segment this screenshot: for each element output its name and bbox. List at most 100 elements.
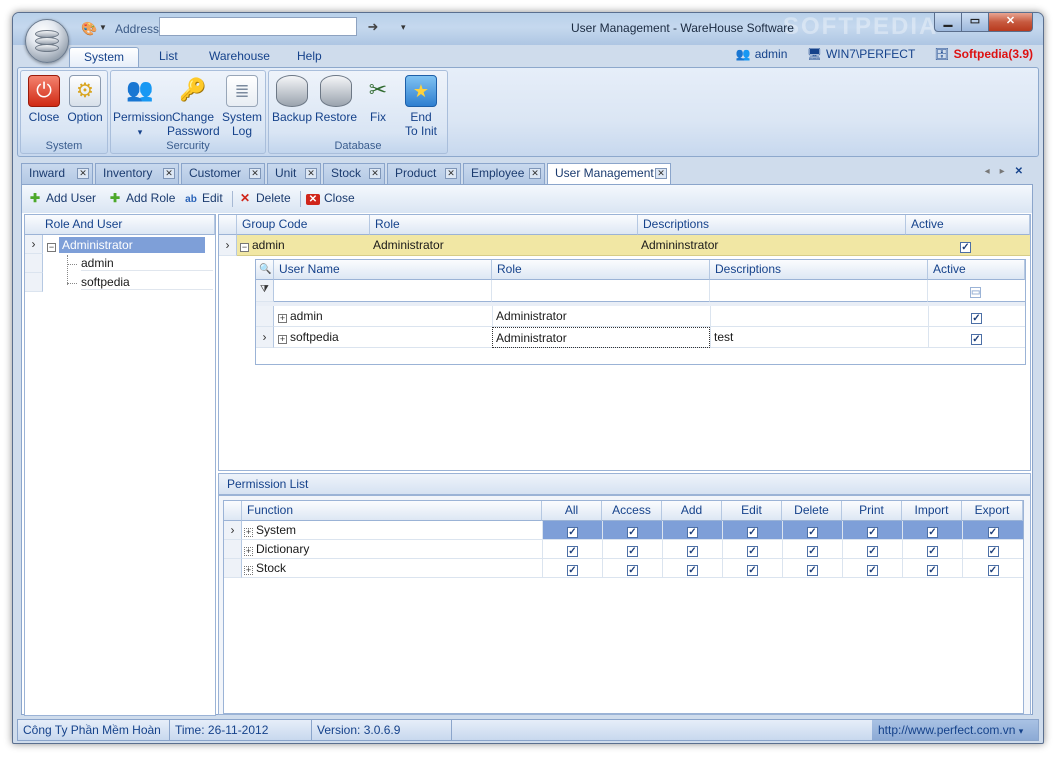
app-menu-button[interactable] [25, 19, 69, 63]
tab-unit[interactable]: Unit ✕ [267, 163, 321, 184]
perm-col-import[interactable]: Import [902, 501, 962, 521]
option-button[interactable]: ⚙ Option [65, 73, 105, 124]
col-user-name[interactable]: User Name [274, 260, 492, 280]
perm-col-all[interactable]: All [542, 501, 602, 521]
delete-button[interactable]: ✕ Delete [238, 191, 291, 205]
customize-qat-icon[interactable]: ▾ [401, 22, 406, 33]
user-row-admin[interactable]: + admin Administrator ✓ [274, 306, 1025, 327]
permission-checkbox[interactable]: ✓ [627, 565, 638, 576]
tab-system[interactable]: System [69, 47, 140, 67]
perm-col-delete[interactable]: Delete [782, 501, 842, 521]
end-to-init-button[interactable]: ★ End To Init [397, 73, 445, 138]
permission-checkbox[interactable]: ✓ [927, 546, 938, 557]
permission-button[interactable]: 👥 Permission ▾ [113, 73, 172, 139]
filter-descriptions[interactable] [710, 280, 928, 302]
perm-row-system[interactable]: + System [242, 521, 542, 540]
col-user-descriptions[interactable]: Descriptions [710, 260, 928, 280]
filter-icon[interactable]: ⧩ [256, 280, 274, 302]
close-tab-icon[interactable]: ✕ [249, 168, 261, 179]
permission-checkbox[interactable]: ✓ [927, 565, 938, 576]
close-tab-icon[interactable]: ✕ [77, 168, 89, 179]
tab-stock[interactable]: Stock ✕ [323, 163, 385, 184]
filter-user-name[interactable] [274, 280, 492, 302]
permission-checkbox[interactable]: ✓ [627, 546, 638, 557]
permission-checkbox[interactable]: ✓ [927, 527, 938, 538]
permission-checkbox[interactable]: ✓ [987, 527, 999, 538]
permission-checkbox[interactable]: ✓ [687, 546, 698, 557]
permission-checkbox[interactable]: ✓ [567, 565, 578, 576]
col-group-code[interactable]: Group Code [237, 215, 370, 235]
close-tab-icon[interactable]: ✕ [163, 168, 175, 179]
active-checkbox[interactable]: ✓ [960, 242, 971, 253]
focused-cell[interactable]: Administrator [492, 327, 710, 348]
active-checkbox[interactable]: ✓ [971, 334, 982, 345]
perm-col-function[interactable]: Function [242, 501, 542, 521]
perm-col-export[interactable]: Export [962, 501, 1023, 521]
tab-customer[interactable]: Customer ✕ [181, 163, 265, 184]
permission-checkbox[interactable]: ✓ [867, 527, 878, 538]
close-tab-icon[interactable]: ✕ [529, 168, 541, 179]
close-button[interactable]: ✕ Close [306, 191, 355, 205]
add-role-button[interactable]: ✚ Add Role [108, 191, 175, 205]
perm-col-edit[interactable]: Edit [722, 501, 782, 521]
permission-checkbox[interactable]: ✓ [867, 546, 878, 557]
role-row-admin[interactable]: − admin Administrator Admininstrator ✓ [237, 235, 1030, 256]
edit-button[interactable]: ab Edit [184, 191, 223, 205]
chevron-down-icon[interactable]: ▼ [99, 23, 107, 32]
tab-help[interactable]: Help [283, 47, 336, 67]
tab-list[interactable]: List [145, 47, 192, 67]
permission-checkbox[interactable]: ✓ [687, 527, 698, 538]
close-window-button[interactable]: ✕ [988, 13, 1033, 32]
collapse-icon[interactable]: − [47, 243, 56, 252]
filter-role[interactable] [492, 280, 710, 302]
close-tab-icon[interactable]: ✕ [305, 168, 317, 179]
col-user-active[interactable]: Active [928, 260, 1025, 280]
backup-button[interactable]: Backup [271, 73, 313, 124]
permission-checkbox[interactable]: ✓ [747, 546, 758, 557]
permission-checkbox[interactable]: ✓ [627, 527, 638, 538]
tree-node-softpedia[interactable]: softpedia [81, 275, 213, 290]
permission-checkbox[interactable]: ✓ [807, 565, 818, 576]
tab-navigation[interactable]: ◂▸✕ [985, 166, 1033, 177]
active-checkbox[interactable]: ✓ [971, 313, 982, 324]
tab-employee[interactable]: Employee ✕ [463, 163, 545, 184]
restore-button[interactable]: Restore [313, 73, 359, 124]
close-button[interactable]: ⏻ Close [25, 73, 63, 124]
fix-button[interactable]: ✂ Fix [361, 73, 395, 124]
close-tab-icon[interactable]: ✕ [655, 168, 667, 179]
permission-checkbox[interactable]: ✓ [807, 527, 818, 538]
perm-col-access[interactable]: Access [602, 501, 662, 521]
expand-icon[interactable]: + [278, 335, 287, 344]
permission-checkbox[interactable]: ✓ [687, 565, 698, 576]
col-role[interactable]: Role [370, 215, 638, 235]
permission-checkbox[interactable]: ✓ [567, 546, 578, 557]
address-input[interactable] [159, 17, 357, 36]
status-url-link[interactable]: http://www.perfect.com.vn ▾ [872, 720, 1038, 740]
minimize-button[interactable]: ▁ [934, 13, 962, 32]
tab-product[interactable]: Product ✕ [387, 163, 461, 184]
permission-checkbox[interactable]: ✓ [747, 527, 758, 538]
permission-checkbox[interactable]: ✓ [567, 527, 578, 538]
col-active[interactable]: Active [906, 215, 1030, 235]
search-icon[interactable]: 🔍 [256, 260, 274, 280]
system-log-button[interactable]: ≣ System Log [219, 73, 265, 138]
perm-row-stock[interactable]: + Stock [242, 559, 542, 578]
expand-icon[interactable]: + [244, 547, 253, 556]
permission-checkbox[interactable]: ✓ [807, 546, 818, 557]
expand-icon[interactable]: + [244, 528, 253, 537]
perm-col-add[interactable]: Add [662, 501, 722, 521]
collapse-icon[interactable]: − [240, 243, 249, 252]
tree-node-admin[interactable]: admin [81, 256, 213, 271]
palette-icon[interactable]: 🎨 [81, 21, 97, 37]
perm-row-dictionary[interactable]: + Dictionary [242, 540, 542, 559]
tab-inward[interactable]: Inward ✕ [21, 163, 93, 184]
maximize-button[interactable]: ▭ [961, 13, 989, 32]
user-row-softpedia[interactable]: + softpedia Administrator test ✓ [274, 327, 1025, 348]
permission-checkbox[interactable]: ✓ [987, 546, 999, 557]
expand-icon[interactable]: + [244, 566, 253, 575]
expand-icon[interactable]: + [278, 314, 287, 323]
tree-node-administrator[interactable]: − Administrator [47, 237, 205, 253]
close-tab-icon[interactable]: ✕ [369, 168, 381, 179]
col-descriptions[interactable]: Descriptions [638, 215, 906, 235]
filter-active[interactable]: ▭ [928, 280, 1025, 302]
